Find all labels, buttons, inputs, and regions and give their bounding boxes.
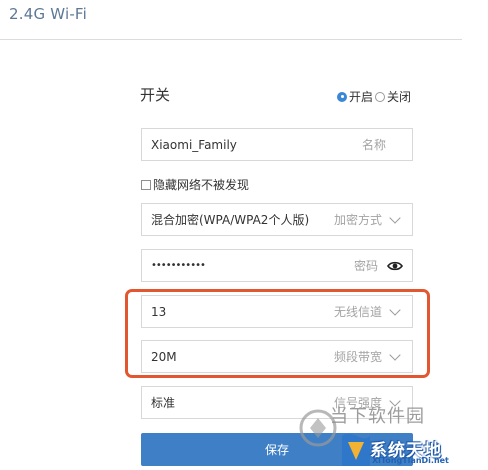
eye-icon[interactable] xyxy=(387,260,403,272)
radio-off-indicator[interactable] xyxy=(375,91,386,102)
watermark-url: XiTongTianDi.net xyxy=(372,456,449,465)
radio-on-label: 开启 xyxy=(349,90,374,104)
switch-radio-group: 开启 关闭 xyxy=(337,88,411,105)
hide-network-label: 隐藏网络不被发现 xyxy=(153,178,250,192)
radio-on[interactable]: 开启 xyxy=(337,88,373,105)
password-hint: 密码 xyxy=(353,259,378,273)
watermark-text: 当下软件园 xyxy=(330,406,425,427)
section-title: 2.4G Wi-Fi xyxy=(9,5,88,23)
encryption-select[interactable]: 混合加密(WPA/WPA2个人版) 加密方式 xyxy=(141,203,413,236)
radio-on-indicator[interactable] xyxy=(337,91,347,102)
section-divider xyxy=(0,39,462,40)
encryption-value: 混合加密(WPA/WPA2个人版) xyxy=(151,213,310,227)
password-value[interactable]: ••••••••••• xyxy=(151,260,354,271)
radio-off-label: 关闭 xyxy=(387,90,412,104)
highlight-box xyxy=(125,289,430,378)
radio-off[interactable]: 关闭 xyxy=(375,88,411,105)
password-field[interactable]: ••••••••••• 密码 xyxy=(141,249,413,282)
ssid-hint: 名称 xyxy=(361,138,386,152)
ssid-field[interactable]: Xiaomi_Family 名称 xyxy=(141,128,413,161)
ssid-value[interactable]: Xiaomi_Family xyxy=(151,138,362,152)
switch-label: 开关 xyxy=(140,86,171,104)
hide-network-checkbox[interactable] xyxy=(141,179,151,190)
chevron-down-icon[interactable] xyxy=(389,211,401,224)
encryption-hint: 加密方式 xyxy=(333,213,382,227)
hide-network-row[interactable]: 隐藏网络不被发现 xyxy=(141,176,249,193)
